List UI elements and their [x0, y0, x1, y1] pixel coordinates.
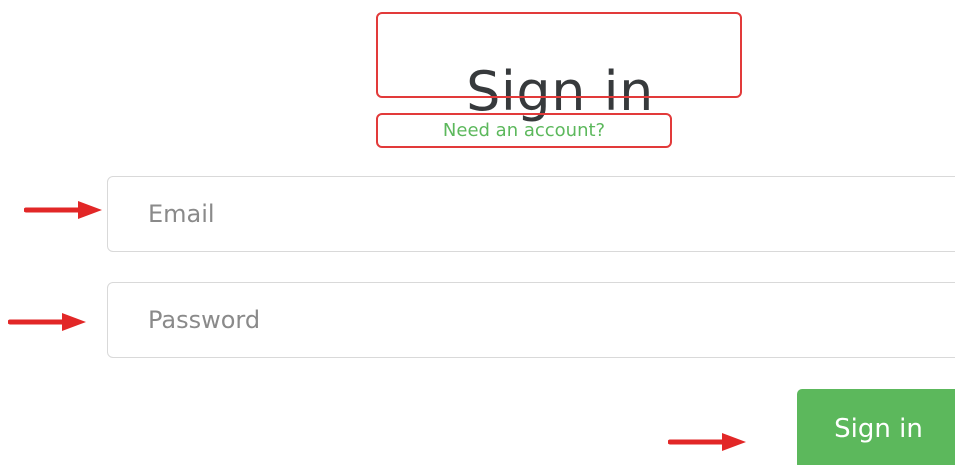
link-highlight-box: [376, 113, 672, 148]
right-arrow-icon: [24, 201, 102, 219]
title-highlight-box: [376, 12, 742, 98]
right-arrow-icon: [668, 433, 746, 451]
password-field[interactable]: [107, 282, 955, 358]
email-field[interactable]: [107, 176, 955, 252]
sign-in-page: Sign in Need an account? Sign in: [0, 0, 955, 465]
right-arrow-icon: [8, 313, 86, 331]
sign-in-button[interactable]: Sign in: [797, 389, 955, 465]
